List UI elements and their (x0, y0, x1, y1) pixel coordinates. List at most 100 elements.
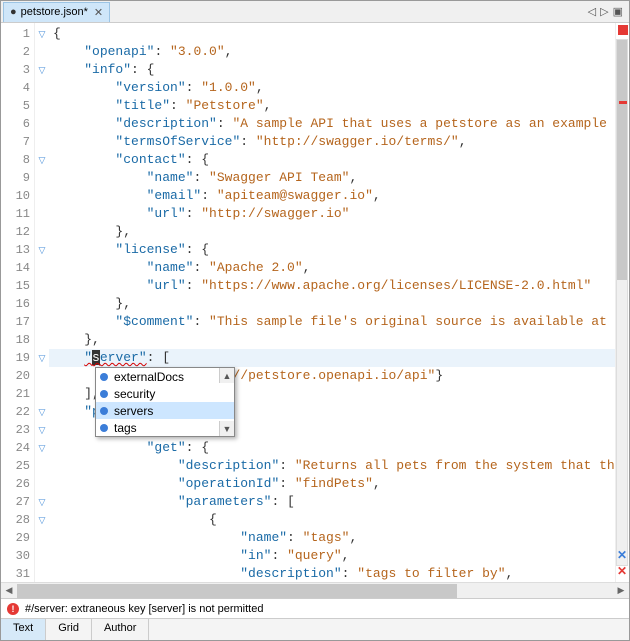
close-tab-icon[interactable]: ✕ (94, 6, 103, 19)
autocomplete-item-label: security (114, 387, 155, 401)
line-number: 15 (1, 277, 34, 295)
line-number: 19 (1, 349, 34, 367)
code-line[interactable]: "url": "http://swagger.io" (49, 205, 615, 223)
code-line[interactable]: "info": { (49, 61, 615, 79)
fold-cell[interactable]: ▽ (35, 493, 49, 511)
code-line[interactable]: "description": "Returns all pets from th… (49, 457, 615, 475)
code-line[interactable]: "get": { (49, 439, 615, 457)
code-line[interactable]: "operationId": "findPets", (49, 475, 615, 493)
hscroll-right-icon[interactable]: ▶ (613, 585, 629, 596)
fold-cell[interactable]: ▽ (35, 241, 49, 259)
fold-toggle-icon[interactable]: ▽ (39, 65, 46, 76)
dirty-indicator-icon: ● (10, 6, 17, 18)
view-mode-tab[interactable]: Author (92, 619, 149, 640)
autocomplete-item[interactable]: externalDocs (96, 368, 234, 385)
line-number: 12 (1, 223, 34, 241)
line-number: 18 (1, 331, 34, 349)
code-line[interactable]: "version": "1.0.0", (49, 79, 615, 97)
fold-cell (35, 547, 49, 565)
fold-cell (35, 457, 49, 475)
code-line[interactable]: "title": "Petstore", (49, 97, 615, 115)
hscroll-thumb[interactable] (17, 584, 457, 598)
vertical-scroll-thumb[interactable] (617, 40, 627, 280)
fold-cell[interactable]: ▽ (35, 511, 49, 529)
fold-cell (35, 475, 49, 493)
autocomplete-item[interactable]: tags (96, 419, 234, 436)
prev-tab-icon[interactable]: ◁ (588, 5, 596, 18)
code-line[interactable]: "description": "tags to filter by", (49, 565, 615, 582)
fold-toggle-icon[interactable]: ▽ (39, 425, 46, 436)
code-line[interactable]: "license": { (49, 241, 615, 259)
line-number: 7 (1, 133, 34, 151)
code-line[interactable]: "email": "apiteam@swagger.io", (49, 187, 615, 205)
view-mode-tabs: TextGridAuthor (1, 618, 629, 640)
line-number: 10 (1, 187, 34, 205)
autocomplete-item[interactable]: servers (96, 402, 234, 419)
fold-cell[interactable]: ▽ (35, 421, 49, 439)
fold-toggle-icon[interactable]: ▽ (39, 443, 46, 454)
fold-cell (35, 313, 49, 331)
code-line[interactable]: "openapi": "3.0.0", (49, 43, 615, 61)
code-line[interactable]: "name": "tags", (49, 529, 615, 547)
fold-cell (35, 97, 49, 115)
line-number: 16 (1, 295, 34, 313)
error-marker-icon[interactable]: ✕ (617, 564, 627, 578)
code-line[interactable]: "url": "https://www.apache.org/licenses/… (49, 277, 615, 295)
autocomplete-scroll-down-icon[interactable]: ▼ (219, 421, 234, 436)
fold-cell[interactable]: ▽ (35, 439, 49, 457)
fold-toggle-icon[interactable]: ▽ (39, 353, 46, 364)
line-number: 25 (1, 457, 34, 475)
hscroll-track[interactable] (17, 584, 613, 598)
fold-toggle-icon[interactable]: ▽ (39, 245, 46, 256)
fold-cell (35, 367, 49, 385)
line-number: 27 (1, 493, 34, 511)
code-area[interactable]: { "openapi": "3.0.0", "info": { "version… (49, 23, 615, 582)
fold-toggle-icon[interactable]: ▽ (39, 497, 46, 508)
autocomplete-item[interactable]: security (96, 385, 234, 402)
view-mode-tab[interactable]: Grid (46, 619, 92, 640)
fold-cell[interactable]: ▽ (35, 61, 49, 79)
hscroll-left-icon[interactable]: ◀ (1, 585, 17, 596)
line-number: 26 (1, 475, 34, 493)
error-summary-marker[interactable] (618, 25, 628, 35)
next-tab-icon[interactable]: ▷ (600, 5, 608, 18)
horizontal-scrollbar[interactable]: ◀ ▶ (1, 582, 629, 598)
error-marker[interactable] (619, 101, 627, 104)
code-line[interactable]: "$comment": "This sample file's original… (49, 313, 615, 331)
code-line[interactable]: "termsOfService": "http://swagger.io/ter… (49, 133, 615, 151)
line-number: 31 (1, 565, 34, 582)
view-mode-tab[interactable]: Text (1, 619, 46, 640)
code-line[interactable]: "server": [ (49, 349, 615, 367)
line-number: 1 (1, 25, 34, 43)
file-tab[interactable]: ● petstore.json* ✕ (3, 2, 110, 22)
fold-cell[interactable]: ▽ (35, 403, 49, 421)
code-line[interactable]: "name": "Swagger API Team", (49, 169, 615, 187)
fold-cell[interactable]: ▽ (35, 25, 49, 43)
fold-toggle-icon[interactable]: ▽ (39, 515, 46, 526)
code-line[interactable]: "in": "query", (49, 547, 615, 565)
autocomplete-scroll-up-icon[interactable]: ▲ (219, 368, 234, 383)
code-line[interactable]: { (49, 25, 615, 43)
fold-toggle-icon[interactable]: ▽ (39, 155, 46, 166)
vertical-scrollbar[interactable] (616, 39, 628, 566)
code-line[interactable]: { (49, 511, 615, 529)
fold-cell (35, 79, 49, 97)
code-line[interactable]: }, (49, 331, 615, 349)
fold-cell[interactable]: ▽ (35, 349, 49, 367)
code-line[interactable]: "parameters": [ (49, 493, 615, 511)
line-number-gutter: 1234567891011121314151617181920212223242… (1, 23, 35, 582)
fold-toggle-icon[interactable]: ▽ (39, 29, 46, 40)
fold-gutter: ▽ ▽ ▽ ▽ ▽ ▽ ▽ ▽ ▽ ▽ (35, 23, 49, 582)
tab-menu-icon[interactable]: ▣ (613, 5, 623, 18)
code-line[interactable]: "contact": { (49, 151, 615, 169)
fold-cell (35, 133, 49, 151)
info-marker-icon[interactable]: ✕ (617, 548, 627, 562)
code-line[interactable]: }, (49, 295, 615, 313)
code-line[interactable]: }, (49, 223, 615, 241)
code-line[interactable]: "name": "Apache 2.0", (49, 259, 615, 277)
fold-toggle-icon[interactable]: ▽ (39, 407, 46, 418)
fold-cell (35, 529, 49, 547)
fold-cell[interactable]: ▽ (35, 151, 49, 169)
line-number: 23 (1, 421, 34, 439)
code-line[interactable]: "description": "A sample API that uses a… (49, 115, 615, 133)
